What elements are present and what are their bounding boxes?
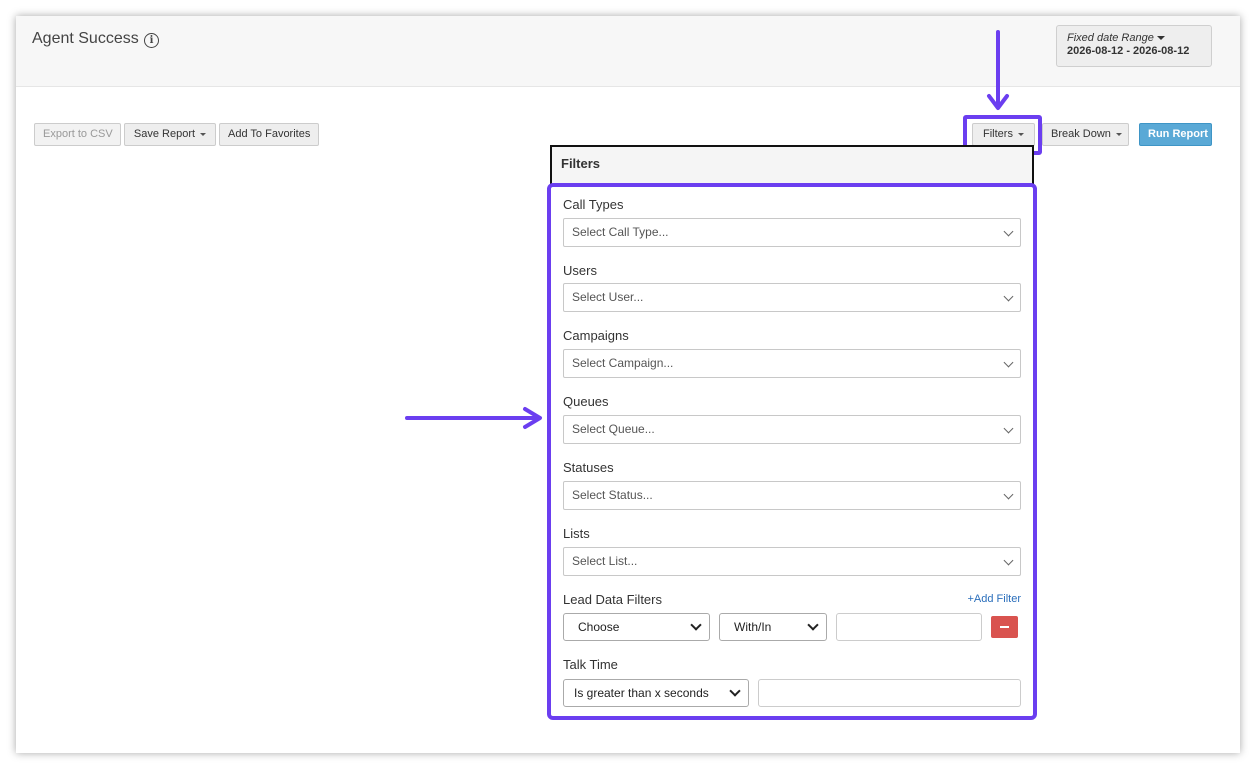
arrow-right-icon: [405, 407, 542, 429]
minus-icon: [1000, 626, 1009, 628]
queues-label: Queues: [563, 394, 609, 409]
lead-value-input[interactable]: [836, 613, 982, 641]
caret-down-icon: [1115, 132, 1122, 136]
arrow-down-icon: [987, 30, 1009, 110]
chevron-down-icon: [1003, 489, 1014, 500]
add-to-favorites-button[interactable]: Add To Favorites: [219, 123, 319, 146]
save-report-button[interactable]: Save Report: [124, 123, 216, 146]
filters-dropdown-header: Filters: [550, 145, 1034, 185]
talk-time-label: Talk Time: [563, 657, 618, 672]
chevron-down-icon: [1003, 555, 1014, 566]
statuses-placeholder: Select Status...: [572, 488, 653, 502]
chevron-down-icon: [1003, 357, 1014, 368]
campaigns-placeholder: Select Campaign...: [572, 356, 674, 370]
talk-time-input[interactable]: [758, 679, 1021, 707]
chevron-down-icon: [1003, 423, 1014, 434]
save-report-label: Save Report: [133, 128, 196, 140]
app-window: Agent Success i Fixed date Range 2026-08…: [16, 16, 1240, 753]
info-icon[interactable]: i: [144, 33, 159, 48]
lists-label: Lists: [563, 526, 590, 541]
filters-panel: Call Types Select Call Type... Users Sel…: [547, 183, 1037, 720]
chevron-down-icon: [690, 619, 702, 631]
talk-time-operator-select[interactable]: Is greater than x seconds: [563, 679, 749, 707]
chevron-down-icon: [1003, 226, 1014, 237]
page-header: Agent Success i Fixed date Range 2026-08…: [16, 16, 1240, 87]
call-types-placeholder: Select Call Type...: [572, 225, 669, 239]
call-types-select[interactable]: Select Call Type...: [563, 218, 1021, 247]
date-range-value: 2026-08-12 - 2026-08-12: [1067, 45, 1190, 57]
users-select[interactable]: Select User...: [563, 283, 1021, 312]
users-placeholder: Select User...: [572, 290, 644, 304]
date-range-picker[interactable]: Fixed date Range 2026-08-12 - 2026-08-12: [1056, 25, 1212, 67]
date-range-label: Fixed date Range: [1067, 32, 1201, 44]
talk-time-operator-value: Is greater than x seconds: [574, 686, 709, 700]
run-report-button[interactable]: Run Report: [1139, 123, 1212, 146]
statuses-label: Statuses: [563, 460, 614, 475]
caret-down-icon: [1156, 36, 1165, 41]
lists-placeholder: Select List...: [572, 554, 638, 568]
campaigns-select[interactable]: Select Campaign...: [563, 349, 1021, 378]
chevron-down-icon: [729, 685, 741, 697]
chevron-down-icon: [1003, 291, 1014, 302]
page-title: Agent Success: [32, 30, 139, 47]
remove-filter-button[interactable]: [991, 616, 1018, 638]
lead-operator-select[interactable]: With/In: [719, 613, 827, 641]
break-down-label: Break Down: [1051, 128, 1111, 140]
statuses-select[interactable]: Select Status...: [563, 481, 1021, 510]
queues-placeholder: Select Queue...: [572, 422, 655, 436]
caret-down-icon: [200, 132, 207, 136]
users-label: Users: [563, 263, 597, 278]
add-filter-link[interactable]: +Add Filter: [968, 593, 1022, 605]
campaigns-label: Campaigns: [563, 328, 629, 343]
call-types-label: Call Types: [563, 197, 624, 212]
chevron-down-icon: [807, 619, 819, 631]
queues-select[interactable]: Select Queue...: [563, 415, 1021, 444]
lists-select[interactable]: Select List...: [563, 547, 1021, 576]
break-down-button[interactable]: Break Down: [1042, 123, 1129, 146]
lead-field-select[interactable]: Choose: [563, 613, 710, 641]
lead-data-filters-label: Lead Data Filters: [563, 592, 662, 607]
export-csv-button[interactable]: Export to CSV: [34, 123, 121, 146]
lead-field-value: Choose: [578, 620, 620, 634]
filters-dropdown-title: Filters: [561, 156, 601, 171]
lead-operator-value: With/In: [734, 620, 772, 634]
